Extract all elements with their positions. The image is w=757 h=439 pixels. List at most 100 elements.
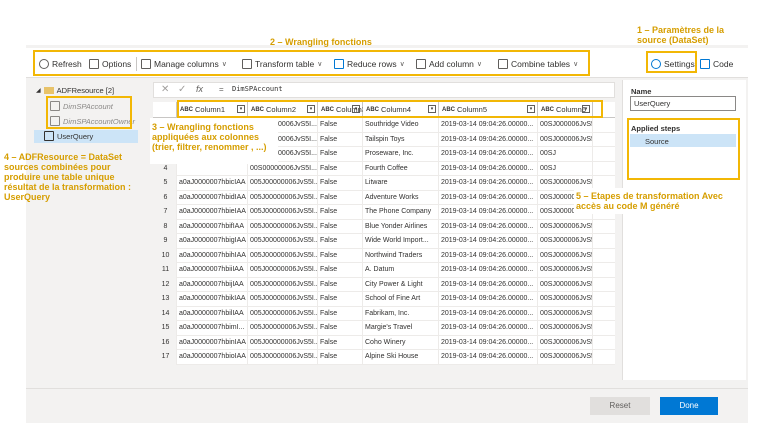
table-cell[interactable]: 005J00000006JvS5I...	[248, 277, 318, 292]
cancel-icon[interactable]: ✕	[161, 84, 169, 95]
table-cell[interactable]: Blue Yonder Airlines	[363, 219, 439, 234]
table-cell[interactable]: Wide World Import...	[363, 234, 439, 249]
table-cell[interactable]: 00SJ	[538, 147, 593, 162]
table-cell[interactable]: 2019-03-14 09:04:26.00000...	[439, 321, 538, 336]
table-cell[interactable]: a0aJ0000007hbifIAA	[177, 219, 248, 234]
table-cell[interactable]: 00SJ000006JvS5	[538, 292, 593, 307]
code-button[interactable]: Code	[700, 56, 733, 72]
table-cell[interactable]: 00SJ000006JvS5	[538, 277, 593, 292]
table-cell[interactable]: School of Fine Art	[363, 292, 439, 307]
table-cell[interactable]: 2019-03-14 09:04:26.00000...	[439, 248, 538, 263]
table-cell[interactable]: 005J00000006JvS5I...	[248, 292, 318, 307]
table-cell[interactable]: 00SJ000006JvS5	[538, 350, 593, 365]
table-cell[interactable]: 2019-03-14 09:04:26.00000...	[439, 118, 538, 133]
table-cell[interactable]: 005J00000006JvS5I...	[248, 234, 318, 249]
table-cell[interactable]: False	[318, 335, 363, 350]
table-cell[interactable]: Margie's Travel	[363, 321, 439, 336]
table-cell[interactable]: a0aJ0000007hbidIAA	[177, 190, 248, 205]
table-cell[interactable]: 00SJ000006JvS5	[538, 118, 593, 133]
tree-item-adfresource[interactable]: ◢ ADFResource [2]	[36, 86, 114, 95]
table-cell[interactable]: 2019-03-14 09:04:26.00000...	[439, 147, 538, 162]
table-cell[interactable]: 2019-03-14 09:04:26.00000...	[439, 161, 538, 176]
table-cell[interactable]: 00SJ000006JvS5	[538, 306, 593, 321]
table-cell[interactable]: a0aJ0000007hbioIAA	[177, 350, 248, 365]
table-cell[interactable]: 2019-03-14 09:04:26.00000...	[439, 219, 538, 234]
table-cell[interactable]: False	[318, 190, 363, 205]
table-cell[interactable]: False	[318, 248, 363, 263]
table-cell[interactable]: False	[318, 161, 363, 176]
highlight-box-columns	[177, 100, 603, 118]
table-cell[interactable]: 005J00000006JvS5I...	[248, 306, 318, 321]
done-button[interactable]: Done	[660, 397, 718, 415]
table-cell[interactable]: Fourth Coffee	[363, 161, 439, 176]
table-cell[interactable]: 00SJ000006JvS5	[538, 234, 593, 249]
table-cell[interactable]: False	[318, 234, 363, 249]
table-cell[interactable]: Tailspin Toys	[363, 132, 439, 147]
table-cell[interactable]: 005J00000006JvS5I...	[248, 219, 318, 234]
reset-button[interactable]: Reset	[590, 397, 650, 415]
table-cell[interactable]: Proseware, Inc.	[363, 147, 439, 162]
table-cell[interactable]: False	[318, 292, 363, 307]
table-cell[interactable]: 00SJ000006JvS5	[538, 219, 593, 234]
table-cell[interactable]: 005J00000006JvS5I...	[248, 176, 318, 191]
table-cell[interactable]: a0aJ0000007hbihIAA	[177, 248, 248, 263]
name-input[interactable]: UserQuery	[630, 96, 736, 111]
table-cell[interactable]: 00SJ	[538, 161, 593, 176]
table-cell[interactable]: False	[318, 321, 363, 336]
table-cell[interactable]: 005J00000006JvS5I...	[248, 205, 318, 220]
table-cell[interactable]: 2019-03-14 09:04:26.00000...	[439, 335, 538, 350]
table-cell[interactable]: False	[318, 350, 363, 365]
table-cell[interactable]: False	[318, 277, 363, 292]
table-cell[interactable]: The Phone Company	[363, 205, 439, 220]
table-cell[interactable]: 2019-03-14 09:04:26.00000...	[439, 190, 538, 205]
table-cell[interactable]: Coho Winery	[363, 335, 439, 350]
table-cell[interactable]: False	[318, 306, 363, 321]
table-cell[interactable]: 00SJ000006JvS5	[538, 335, 593, 350]
table-cell[interactable]: a0aJ0000007hbijIAA	[177, 277, 248, 292]
table-cell[interactable]: Litware	[363, 176, 439, 191]
table-cell[interactable]: 00SJ000006JvS5	[538, 248, 593, 263]
table-cell[interactable]: Alpine Ski House	[363, 350, 439, 365]
table-cell[interactable]: False	[318, 118, 363, 133]
table-cell[interactable]: A. Datum	[363, 263, 439, 278]
table-cell[interactable]: 2019-03-14 09:04:26.00000...	[439, 292, 538, 307]
table-cell[interactable]: a0aJ0000007hbiiIAA	[177, 263, 248, 278]
table-cell[interactable]: a0aJ0000007hbicIAA	[177, 176, 248, 191]
table-cell[interactable]: False	[318, 176, 363, 191]
table-cell[interactable]: False	[318, 205, 363, 220]
table-cell[interactable]: City Power & Light	[363, 277, 439, 292]
table-cell[interactable]: 00SJ000006JvS5	[538, 263, 593, 278]
table-cell[interactable]: 2019-03-14 09:04:26.00000...	[439, 132, 538, 147]
table-cell[interactable]: 005J00000006JvS5I...	[248, 248, 318, 263]
table-cell[interactable]: 2019-03-14 09:04:26.00000...	[439, 277, 538, 292]
table-cell[interactable]: 2019-03-14 09:04:26.00000...	[439, 176, 538, 191]
table-cell[interactable]: 00SJ000006JvS5	[538, 321, 593, 336]
table-cell[interactable]: 2019-03-14 09:04:26.00000...	[439, 205, 538, 220]
table-cell[interactable]: Adventure Works	[363, 190, 439, 205]
table-cell[interactable]: 005J00000006JvS5I...	[248, 335, 318, 350]
table-cell[interactable]: a0aJ0000007hbinIAA	[177, 335, 248, 350]
formula-input[interactable]: DimSPAccount	[232, 85, 283, 93]
table-cell[interactable]: Fabrikam, Inc.	[363, 306, 439, 321]
table-cell[interactable]: a0aJ0000007hbikIAA	[177, 292, 248, 307]
table-cell[interactable]: 005J00000006JvS5I...	[248, 321, 318, 336]
table-cell[interactable]: a0aJ0000007hbilIAA	[177, 306, 248, 321]
table-cell[interactable]: 00SJ000006JvS5	[538, 132, 593, 147]
table-cell[interactable]: a0aJ0000007hbimI...	[177, 321, 248, 336]
table-cell[interactable]: 005J00000006JvS5I...	[248, 263, 318, 278]
table-cell[interactable]: 005J00000006JvS5I...	[248, 190, 318, 205]
table-cell[interactable]: False	[318, 263, 363, 278]
table-cell[interactable]: 2019-03-14 09:04:26.00000...	[439, 234, 538, 249]
table-cell[interactable]: Northwind Traders	[363, 248, 439, 263]
table-cell[interactable]: a0aJ0000007hbigIAA	[177, 234, 248, 249]
table-cell[interactable]: 2019-03-14 09:04:26.00000...	[439, 350, 538, 365]
table-cell[interactable]: False	[318, 147, 363, 162]
table-cell[interactable]: Southridge Video	[363, 118, 439, 133]
table-cell[interactable]: 2019-03-14 09:04:26.00000...	[439, 263, 538, 278]
table-cell[interactable]: 2019-03-14 09:04:26.00000...	[439, 306, 538, 321]
check-icon[interactable]: ✓	[178, 84, 186, 95]
table-cell[interactable]: a0aJ0000007hbieIAA	[177, 205, 248, 220]
table-cell[interactable]: False	[318, 219, 363, 234]
table-cell[interactable]: 005J00000006JvS5I...	[248, 350, 318, 365]
table-cell[interactable]: False	[318, 132, 363, 147]
